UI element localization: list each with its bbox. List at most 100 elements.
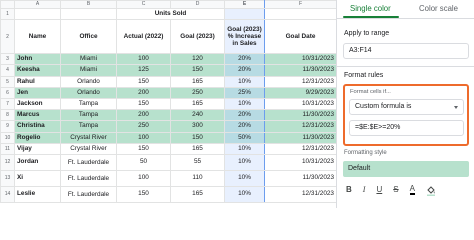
tab-color-scale[interactable]: Color scale [419,4,458,13]
cell-increase[interactable]: 20% [224,120,265,133]
row-header[interactable]: 3 [0,53,15,66]
cell-goal[interactable]: 165 [170,142,225,155]
cell-goal[interactable]: 150 [170,131,225,144]
column-header-a[interactable]: A [14,0,61,9]
cell-goal[interactable]: 300 [170,120,225,133]
cell-goal[interactable]: 165 [170,75,225,88]
cell-office[interactable]: Ft. Lauderdale [60,153,117,171]
cell-increase[interactable]: 10% [224,185,265,203]
cell-office[interactable]: Ft. Lauderdale [60,185,117,203]
header-cell-goal-date[interactable]: Goal Date [264,19,336,55]
row-header[interactable]: 14 [0,185,15,203]
cell-office[interactable]: Tampa [60,120,117,133]
row-header[interactable]: 2 [0,19,15,55]
cell-goal-date[interactable]: 11/30/2023 [264,109,336,122]
cell-goal[interactable]: 55 [170,153,225,171]
cell-office[interactable]: Orlando [60,86,117,99]
cell-office[interactable]: Miami [60,53,117,66]
cell-actual[interactable]: 200 [116,109,171,122]
cell-name[interactable]: Jackson [14,97,61,111]
cell-office[interactable]: Tampa [60,109,117,122]
underline-button[interactable]: U [376,185,382,195]
cell-actual[interactable]: 100 [116,169,171,187]
cell-name[interactable]: Leslie [14,185,61,203]
cell-goal-date[interactable]: 9/29/2023 [264,86,336,99]
cell-goal[interactable]: 120 [170,53,225,66]
cell-goal-date[interactable]: 10/31/2023 [264,153,336,171]
column-header-f[interactable]: F [264,0,336,9]
row-header[interactable]: 9 [0,120,15,133]
cell-increase[interactable]: 10% [224,142,265,155]
cell-actual[interactable]: 100 [116,53,171,66]
paint-bucket-icon[interactable] [426,185,435,196]
header-cell-goal[interactable]: Goal (2023) [170,19,225,55]
header-cell-name[interactable]: Name [14,19,61,55]
cell-office[interactable]: Miami [60,64,117,77]
strikethrough-button[interactable]: S [393,185,398,195]
spreadsheet-grid[interactable]: A B C D E F 1 Units Sold 2 Name Office A… [0,0,336,208]
condition-dropdown[interactable]: Custom formula is [349,99,464,115]
column-header-c[interactable]: C [116,0,171,9]
cell-goal[interactable]: 250 [170,86,225,99]
cell-office[interactable]: Orlando [60,75,117,88]
column-header-b[interactable]: B [60,0,117,9]
cell-name[interactable]: Vijay [14,142,61,155]
header-cell-increase[interactable]: Goal (2023) % Increase in Sales [224,19,265,55]
cell-name[interactable]: John [14,53,61,66]
cell-office[interactable]: Tampa [60,97,117,111]
table-cell[interactable] [264,7,336,21]
tab-single-color[interactable]: Single color [350,4,391,13]
row-header[interactable]: 8 [0,109,15,122]
cell-name[interactable]: Rahul [14,75,61,88]
cell-goal-date[interactable]: 10/31/2023 [264,53,336,66]
cell-actual[interactable]: 125 [116,64,171,77]
row-header[interactable]: 13 [0,169,15,187]
cell-goal-date[interactable]: 11/30/2023 [264,64,336,77]
cell-goal-date[interactable]: 12/31/2023 [264,120,336,133]
cell-increase[interactable]: 10% [224,97,265,111]
header-cell-actual[interactable]: Actual (2022) [116,19,171,55]
cell-actual[interactable]: 200 [116,86,171,99]
row-header[interactable]: 4 [0,64,15,77]
cell-increase[interactable]: 25% [224,86,265,99]
cell-goal[interactable]: 110 [170,169,225,187]
cell-goal[interactable]: 165 [170,97,225,111]
cell-name[interactable]: Christina [14,120,61,133]
cell-name[interactable]: Jen [14,86,61,99]
select-all-corner[interactable] [0,0,15,9]
cell-actual[interactable]: 150 [116,142,171,155]
cell-goal-date[interactable]: 10/31/2023 [264,97,336,111]
row-header[interactable]: 6 [0,86,15,99]
table-cell[interactable] [14,7,61,21]
cell-goal[interactable]: 165 [170,185,225,203]
row-header[interactable]: 12 [0,153,15,171]
cell-name[interactable]: Marcus [14,109,61,122]
cell-actual[interactable]: 50 [116,153,171,171]
column-header-e[interactable]: E [224,0,265,9]
cell-actual[interactable]: 150 [116,185,171,203]
row-header[interactable]: 5 [0,75,15,88]
cell-office[interactable]: Crystal River [60,142,117,155]
column-header-d[interactable]: D [170,0,225,9]
cell-increase[interactable]: 10% [224,169,265,187]
italic-button[interactable]: I [363,185,366,195]
bold-button[interactable]: B [346,185,352,195]
table-cell[interactable] [224,7,265,21]
cell-goal-date[interactable]: 12/31/2023 [264,75,336,88]
text-color-button[interactable]: A [409,185,415,195]
apply-range-input[interactable]: A3:F14 [343,43,469,59]
table-cell[interactable] [60,7,117,21]
cell-actual[interactable]: 150 [116,75,171,88]
cell-increase[interactable]: 20% [224,64,265,77]
units-sold-label[interactable]: Units Sold [116,7,225,21]
cell-goal-date[interactable]: 11/30/2023 [264,131,336,144]
row-header[interactable]: 7 [0,97,15,111]
cell-office[interactable]: Ft. Lauderdale [60,169,117,187]
row-header[interactable]: 1 [0,7,15,21]
cell-increase[interactable]: 10% [224,153,265,171]
cell-goal[interactable]: 240 [170,109,225,122]
cell-goal-date[interactable]: 12/31/2023 [264,142,336,155]
cell-actual[interactable]: 250 [116,120,171,133]
cell-goal-date[interactable]: 11/30/2023 [264,169,336,187]
cell-actual[interactable]: 100 [116,131,171,144]
